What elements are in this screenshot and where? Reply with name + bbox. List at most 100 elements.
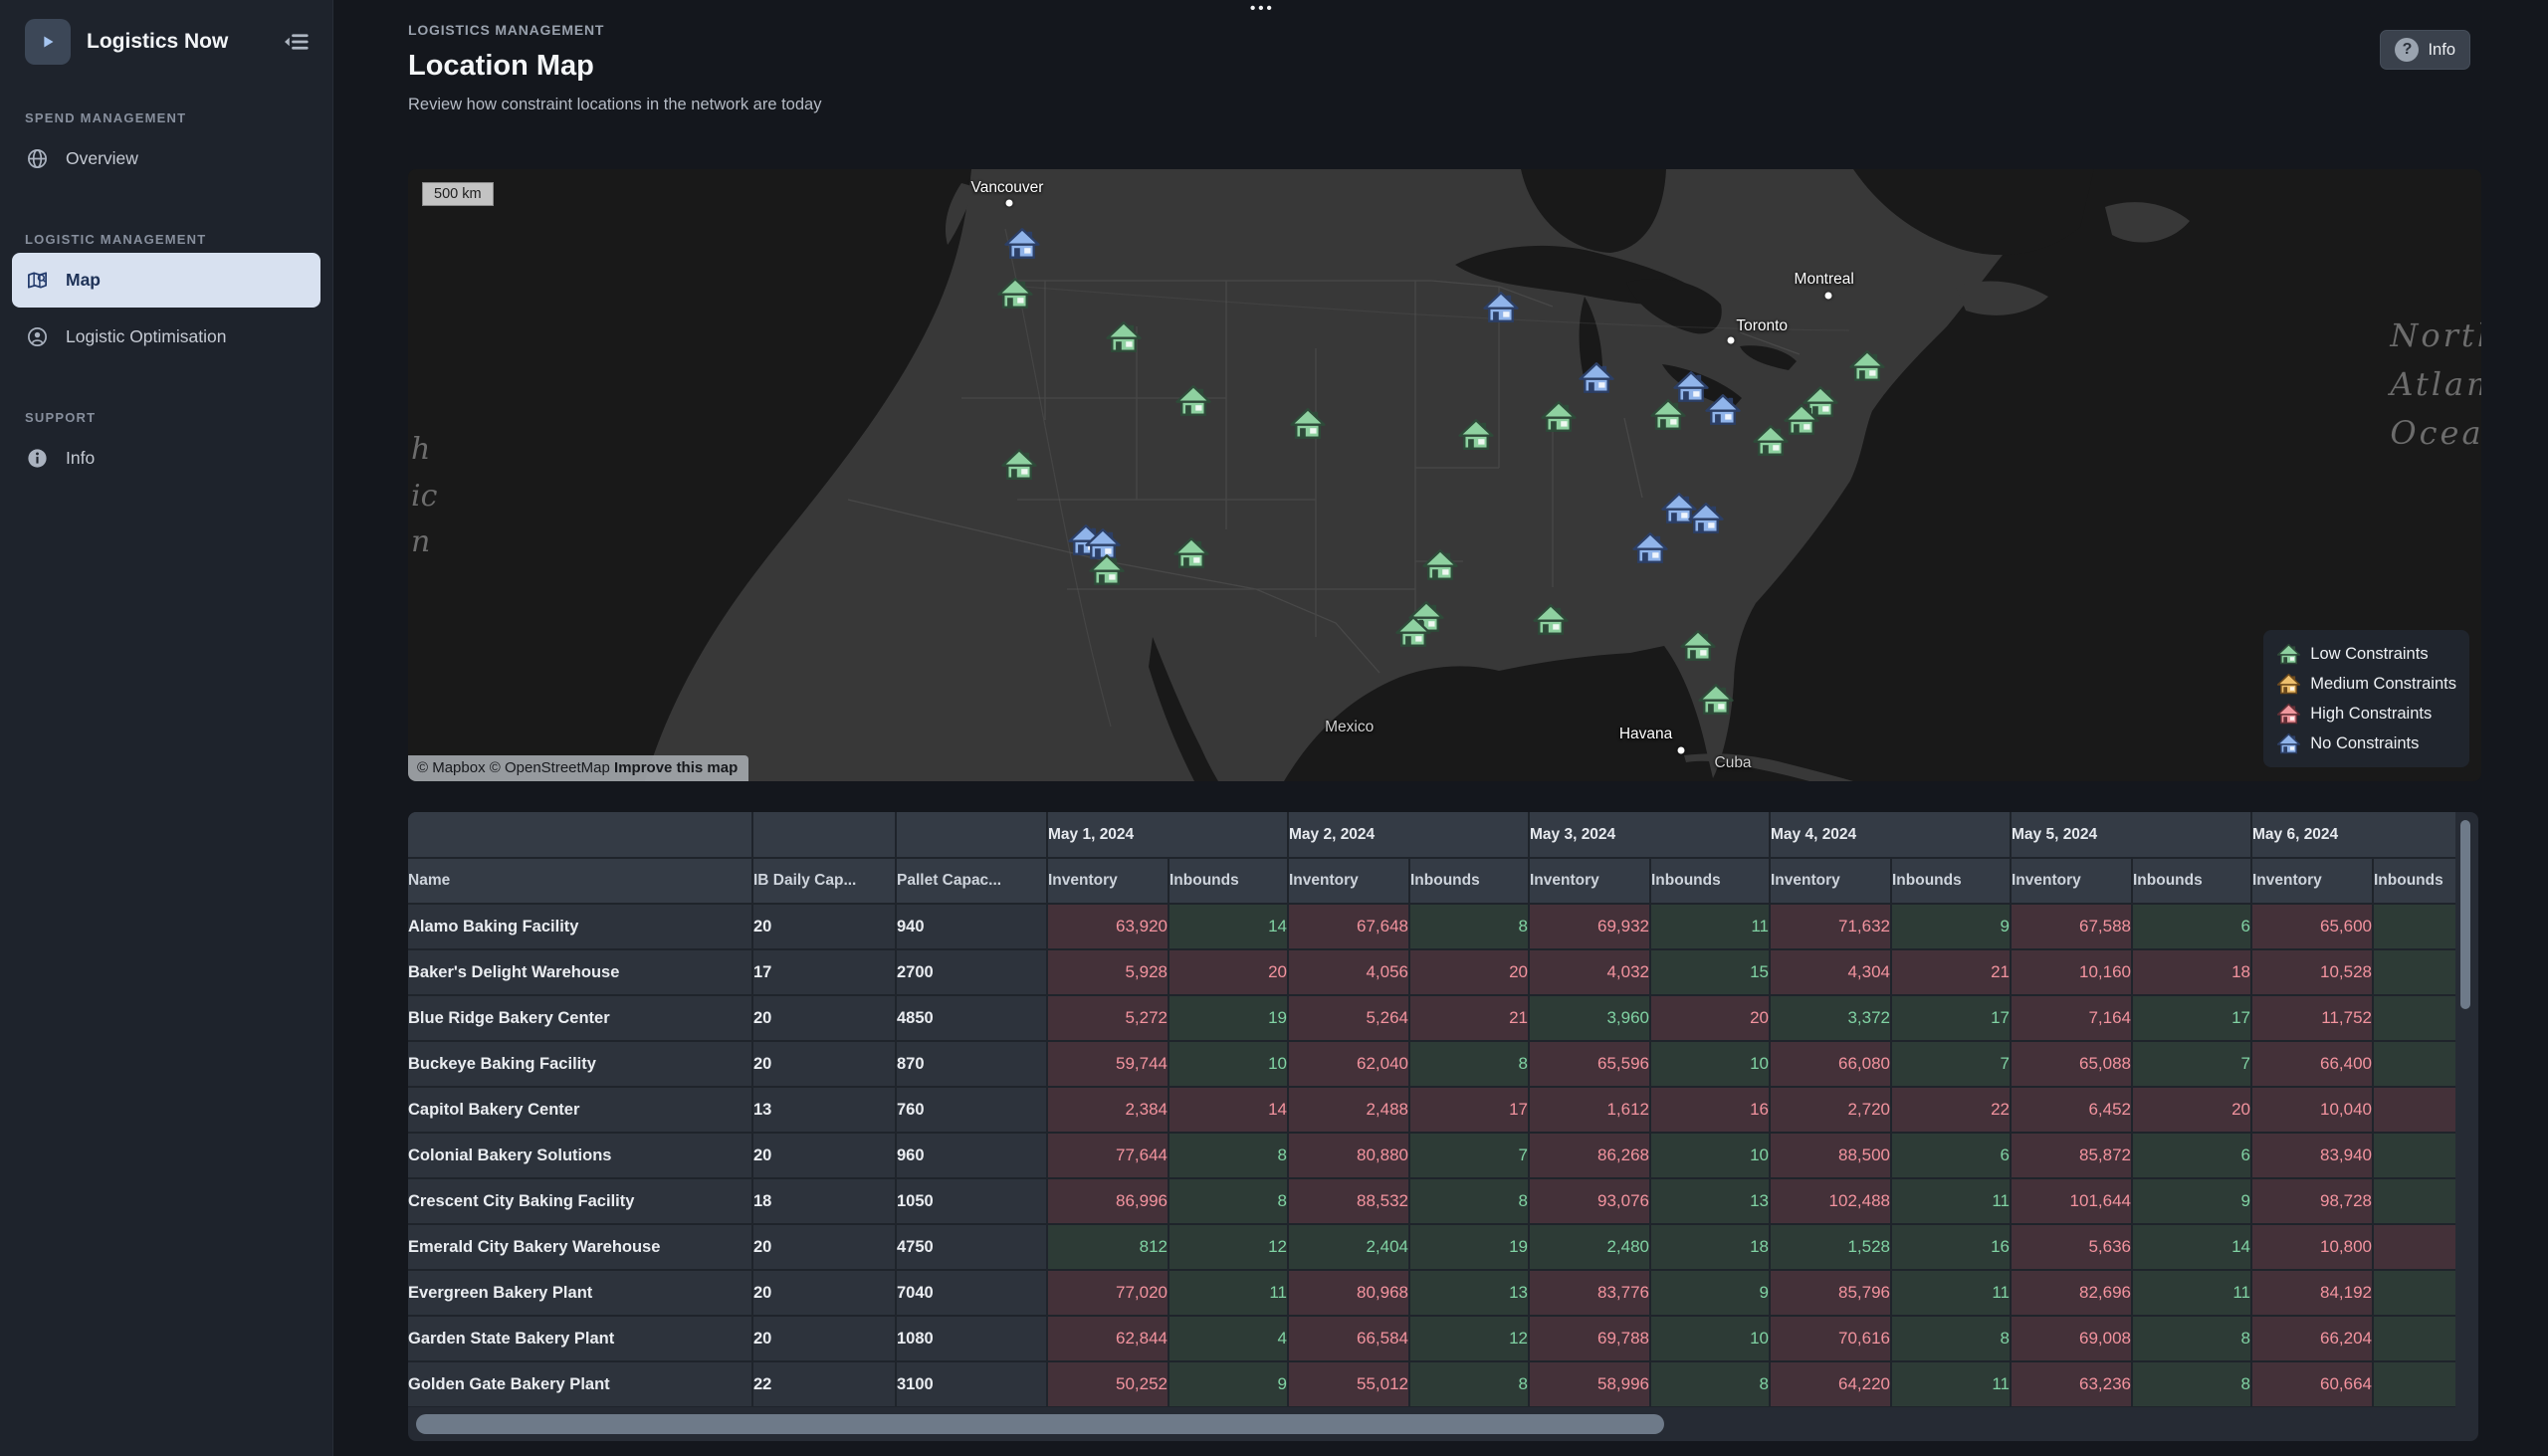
collapse-sidebar-icon[interactable] — [281, 27, 311, 57]
legend-item-no: No Constraints — [2276, 728, 2456, 758]
inbounds-cell: 8 — [1409, 904, 1529, 949]
info-button-label: Info — [2428, 41, 2455, 60]
location-marker-low-constraints[interactable] — [1697, 681, 1735, 719]
inbounds-cell: 7 — [2132, 1041, 2251, 1087]
location-marker-low-constraints[interactable] — [1088, 551, 1126, 589]
inventory-cell: 98,728 — [2251, 1178, 2373, 1224]
location-marker-low-constraints[interactable] — [1540, 398, 1578, 436]
inbounds-cell — [2373, 1224, 2455, 1270]
facility-name-cell: Blue Ridge Bakery Center — [408, 995, 752, 1041]
sidebar-header: Logistics Now — [0, 0, 332, 65]
location-marker-low-constraints[interactable] — [1000, 446, 1038, 484]
map-legend: Low ConstraintsMedium ConstraintsHigh Co… — [2263, 630, 2469, 767]
inventory-cell: 65,596 — [1529, 1041, 1650, 1087]
inbounds-cell: 8 — [2132, 1316, 2251, 1361]
inventory-cell: 2,488 — [1288, 1087, 1409, 1133]
location-marker-no-constraints[interactable] — [1578, 359, 1615, 397]
legend-label: High Constraints — [2310, 705, 2432, 724]
sidebar-item-label: Overview — [66, 148, 138, 169]
location-marker-low-constraints[interactable] — [1752, 422, 1790, 460]
city-dot-toronto — [1727, 336, 1734, 343]
horizontal-scrollbar[interactable] — [416, 1414, 1664, 1434]
pallet-capacity-cell: 7040 — [896, 1270, 1047, 1316]
inventory-cell: 93,076 — [1529, 1178, 1650, 1224]
inbounds-cell: 8 — [1168, 1178, 1288, 1224]
table-row: Evergreen Bakery Plant20704077,0201180,9… — [408, 1270, 2455, 1316]
window-drag-handle[interactable]: ••• — [1250, 0, 1275, 17]
ocean-label-atlantic: Ocean — [2390, 414, 2481, 452]
table-scroll-area: May 1, 2024May 2, 2024May 3, 2024May 4, … — [408, 812, 2455, 1407]
improve-map-link[interactable]: Improve this map — [614, 759, 738, 776]
inventory-cell: 10,528 — [2251, 949, 2373, 995]
location-marker-low-constraints[interactable] — [1457, 416, 1495, 454]
inventory-cell: 66,584 — [1288, 1316, 1409, 1361]
inbounds-cell: 15 — [1650, 949, 1770, 995]
sidebar-item-overview[interactable]: Overview — [12, 131, 320, 186]
location-marker-low-constraints[interactable] — [1394, 613, 1432, 651]
sidebar-item-logistic-optimisation[interactable]: Logistic Optimisation — [12, 310, 320, 364]
map-container[interactable]: 500 km NorthAtlanticOceanhicn VancouverM… — [408, 169, 2481, 781]
location-marker-low-constraints[interactable] — [1649, 396, 1687, 434]
sidebar-item-map[interactable]: Map — [12, 253, 320, 308]
inventory-cell: 82,696 — [2011, 1270, 2132, 1316]
inbounds-cell: 19 — [1409, 1224, 1529, 1270]
inbounds-cell: 4 — [1168, 1316, 1288, 1361]
app-logo[interactable] — [25, 19, 71, 65]
ib-daily-cap-cell: 20 — [752, 995, 896, 1041]
column-header-inventory: Inventory — [1770, 858, 1891, 904]
inventory-cell: 85,872 — [2011, 1133, 2132, 1178]
table-row: Alamo Baking Facility2094063,9201467,648… — [408, 904, 2455, 949]
inbounds-cell: 14 — [1168, 904, 1288, 949]
inbounds-cell: 13 — [1409, 1270, 1529, 1316]
inbounds-cell: 17 — [1409, 1087, 1529, 1133]
inbounds-cell: 7 — [1891, 1041, 2011, 1087]
inbounds-cell: 11 — [1650, 904, 1770, 949]
location-marker-low-constraints[interactable] — [996, 275, 1034, 312]
location-marker-no-constraints[interactable] — [1704, 391, 1742, 429]
inventory-cell: 2,404 — [1288, 1224, 1409, 1270]
map-canvas — [408, 169, 2481, 781]
location-marker-low-constraints[interactable] — [1172, 534, 1210, 572]
location-marker-no-constraints[interactable] — [1482, 289, 1520, 326]
inbounds-cell: 13 — [1650, 1178, 1770, 1224]
location-marker-low-constraints[interactable] — [1174, 382, 1212, 420]
table-row: Buckeye Baking Facility2087059,7441062,0… — [408, 1041, 2455, 1087]
location-marker-low-constraints[interactable] — [1105, 318, 1143, 356]
inbounds-cell: 14 — [1168, 1087, 1288, 1133]
inventory-cell: 85,796 — [1770, 1270, 1891, 1316]
city-label-vancouver: Vancouver — [971, 179, 1044, 197]
attribution-text: © Mapbox © OpenStreetMap — [417, 759, 610, 776]
info-button[interactable]: ? Info — [2380, 30, 2470, 70]
inventory-cell: 58,996 — [1529, 1361, 1650, 1407]
location-marker-low-constraints[interactable] — [1289, 405, 1327, 443]
inbounds-cell: 21 — [1891, 949, 2011, 995]
inventory-cell: 67,588 — [2011, 904, 2132, 949]
inventory-cell: 10,800 — [2251, 1224, 2373, 1270]
map-icon — [26, 269, 49, 292]
inbounds-cell: 7 — [1409, 1133, 1529, 1178]
location-marker-low-constraints[interactable] — [1679, 627, 1717, 665]
inventory-cell: 3,372 — [1770, 995, 1891, 1041]
location-marker-low-constraints[interactable] — [1848, 347, 1886, 385]
map-scale: 500 km — [422, 182, 494, 206]
ib-daily-cap-cell: 13 — [752, 1087, 896, 1133]
location-marker-low-constraints[interactable] — [1421, 546, 1459, 584]
inventory-cell: 69,008 — [2011, 1316, 2132, 1361]
column-header-ib-daily-cap: IB Daily Cap... — [752, 858, 896, 904]
location-marker-no-constraints[interactable] — [1687, 500, 1725, 537]
table-row: Emerald City Bakery Warehouse20475081212… — [408, 1224, 2455, 1270]
inbounds-cell: 8 — [1409, 1361, 1529, 1407]
inbounds-cell: 10 — [1650, 1133, 1770, 1178]
inventory-cell: 80,880 — [1288, 1133, 1409, 1178]
vertical-scrollbar[interactable] — [2460, 820, 2470, 1009]
app-title: Logistics Now — [87, 30, 265, 54]
inbounds-cell: 8 — [1168, 1133, 1288, 1178]
location-marker-no-constraints[interactable] — [1003, 225, 1041, 263]
pallet-capacity-cell: 940 — [896, 904, 1047, 949]
location-marker-low-constraints[interactable] — [1532, 601, 1570, 639]
inbounds-cell: 11 — [1168, 1270, 1288, 1316]
inventory-cell: 86,996 — [1047, 1178, 1168, 1224]
inbounds-cell: 16 — [1650, 1087, 1770, 1133]
sidebar-item-info[interactable]: Info — [12, 431, 320, 486]
location-marker-no-constraints[interactable] — [1631, 529, 1669, 567]
